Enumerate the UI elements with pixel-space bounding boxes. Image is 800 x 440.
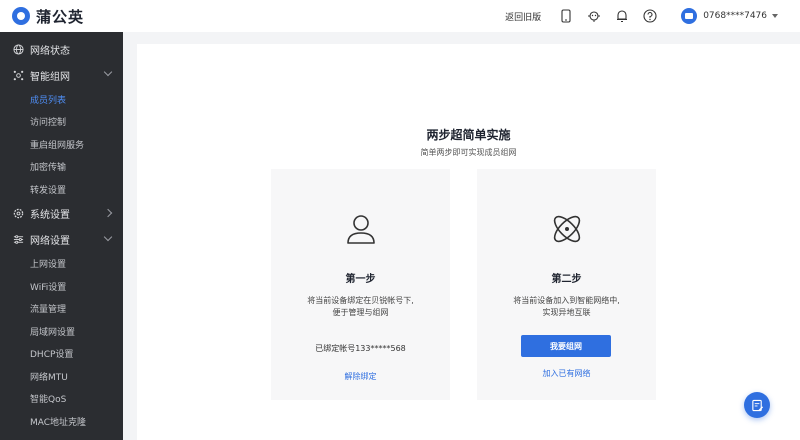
page-title: 两步超简单实施 <box>426 128 511 142</box>
sidebar-subitem-mac-clone[interactable]: MAC地址克隆 <box>0 410 123 433</box>
sidebar-item-label: 系统设置 <box>30 210 70 221</box>
back-to-old-link[interactable]: 返回旧版 <box>505 10 541 23</box>
settings-list-icon <box>12 234 24 246</box>
step1-description: 将当前设备绑定在贝锐帐号下, 便于管理与组网 <box>271 295 450 319</box>
bound-account-text: 已绑定帐号133*****568 <box>315 344 406 353</box>
account-name: 0768****7476 <box>703 11 767 21</box>
network-icon <box>12 69 24 81</box>
sidebar-subitem-mtu[interactable]: 网络MTU <box>0 365 123 388</box>
app-name: 蒲公英 <box>36 7 85 26</box>
avatar <box>681 8 698 24</box>
page-subtitle: 简单两步即可实现成员组网 <box>420 148 517 157</box>
chevron-down-icon <box>103 67 113 77</box>
step1-desc-line1: 将当前设备绑定在贝锐帐号下, <box>307 296 414 305</box>
gear-icon <box>12 208 24 220</box>
join-existing-network-link[interactable]: 加入已有网络 <box>477 368 656 379</box>
create-network-button[interactable]: 我要组网 <box>521 335 611 357</box>
sidebar-item-label: 网络设置 <box>30 236 70 247</box>
user-icon <box>341 209 381 249</box>
top-bar: 返回旧版 0768****7476 <box>123 0 800 32</box>
account-menu[interactable]: 0768****7476 <box>681 8 778 24</box>
unbind-link[interactable]: 解除绑定 <box>271 371 450 382</box>
step2-desc-line2: 实现异地互联 <box>542 308 591 317</box>
edit-note-icon <box>751 399 763 411</box>
chevron-right-icon <box>103 208 113 217</box>
step2-desc-line1: 将当前设备加入到智能网络中, <box>513 296 620 305</box>
chevron-down-icon <box>103 232 113 241</box>
step2-title: 第二步 <box>551 274 582 285</box>
globe-icon <box>12 43 24 55</box>
help-icon[interactable] <box>643 9 657 23</box>
sidebar-subitem-traffic[interactable]: 流量管理 <box>0 298 123 321</box>
logo-icon <box>12 7 30 25</box>
sidebar-subitem-member-list[interactable]: 成员列表 <box>0 88 123 111</box>
sidebar-subitem-qos[interactable]: 智能QoS <box>0 388 123 411</box>
step1-desc-line2: 便于管理与组网 <box>332 308 389 317</box>
phone-icon[interactable] <box>559 9 573 23</box>
sidebar-subitem-internet[interactable]: 上网设置 <box>0 253 123 276</box>
sidebar-subitem-dhcp[interactable]: DHCP设置 <box>0 343 123 366</box>
network-orbit-icon <box>547 209 587 249</box>
sidebar-subitem-encrypted-transfer[interactable]: 加密传输 <box>0 156 123 179</box>
caret-down-icon <box>772 14 778 18</box>
sidebar-item-label: 智能组网 <box>30 71 70 83</box>
sidebar-subitem-restart-service[interactable]: 重启组网服务 <box>0 133 123 156</box>
sidebar-item-network-status[interactable]: 网络状态 <box>0 36 123 62</box>
step2-description: 将当前设备加入到智能网络中, 实现异地互联 <box>477 295 656 319</box>
step1-card: 第一步 将当前设备绑定在贝锐帐号下, 便于管理与组网 已绑定帐号133*****… <box>271 169 450 400</box>
step2-card: 第二步 将当前设备加入到智能网络中, 实现异地互联 我要组网 加入已有网络 <box>477 169 656 400</box>
sidebar-item-smart-network[interactable]: 智能组网 <box>0 62 123 88</box>
feedback-button[interactable] <box>744 392 770 418</box>
sidebar: 蒲公英 网络状态 智能组网 成员列表 访问控制 重启组网服务 加密传输 转发设置… <box>0 0 123 440</box>
sidebar-item-network-settings[interactable]: 网络设置 <box>0 227 123 253</box>
sidebar-item-label: 网络状态 <box>30 45 70 57</box>
sidebar-nav: 网络状态 智能组网 成员列表 访问控制 重启组网服务 加密传输 转发设置 系统设… <box>0 32 123 433</box>
sidebar-item-system-settings[interactable]: 系统设置 <box>0 201 123 227</box>
step1-title: 第一步 <box>345 274 376 285</box>
sidebar-subitem-lan[interactable]: 局域网设置 <box>0 320 123 343</box>
sidebar-subitem-wifi[interactable]: WiFi设置 <box>0 275 123 298</box>
main-panel: 两步超简单实施 简单两步即可实现成员组网 第一步 将当前设备绑定在贝锐帐号下, … <box>137 44 800 440</box>
bell-icon[interactable] <box>615 9 629 23</box>
sidebar-subitem-access-control[interactable]: 访问控制 <box>0 111 123 134</box>
sidebar-subitem-forwarding[interactable]: 转发设置 <box>0 178 123 201</box>
app-logo[interactable]: 蒲公英 <box>0 0 123 32</box>
support-icon[interactable] <box>587 9 601 23</box>
